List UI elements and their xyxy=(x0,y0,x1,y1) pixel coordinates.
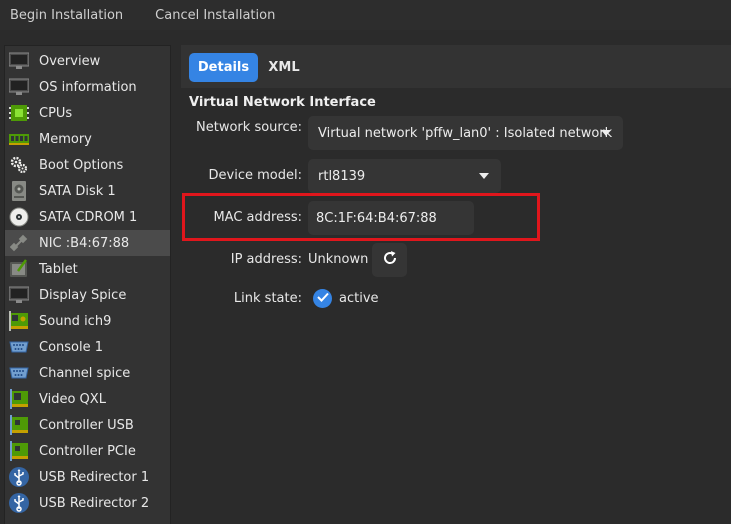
sidebar-item-label: Overview xyxy=(39,53,101,69)
gears-icon xyxy=(9,155,29,175)
sidebar-item-label: USB Redirector 2 xyxy=(39,495,150,511)
sidebar-item-overview[interactable]: Overview xyxy=(5,48,170,74)
disk-icon xyxy=(9,181,29,201)
serial-port-icon xyxy=(9,337,29,357)
section-title: Virtual Network Interface xyxy=(189,95,376,110)
serial-port-icon xyxy=(9,363,29,383)
sidebar-item-sata-cdrom-1[interactable]: SATA CDROM 1 xyxy=(5,204,170,230)
network-icon xyxy=(9,233,29,253)
sidebar-item-label: Video QXL xyxy=(39,391,106,407)
refresh-icon xyxy=(382,250,398,270)
sidebar-item-os-information[interactable]: OS information xyxy=(5,74,170,100)
device-model-label: Device model: xyxy=(208,168,302,183)
sidebar-item-label: Display Spice xyxy=(39,287,127,303)
monitor-icon xyxy=(9,77,29,97)
ip-address-label: IP address: xyxy=(230,252,302,267)
sidebar-item-label: SATA CDROM 1 xyxy=(39,209,138,225)
sidebar-item-sata-disk-1[interactable]: SATA Disk 1 xyxy=(5,178,170,204)
usb-icon xyxy=(9,493,29,513)
tab-xml[interactable]: XML xyxy=(263,53,305,82)
mac-address-field[interactable]: 8C:1F:64:B4:67:88 xyxy=(308,201,474,235)
network-source-label: Network source: xyxy=(196,120,302,135)
memory-icon xyxy=(9,129,29,149)
sidebar-item-label: Memory xyxy=(39,131,92,147)
sidebar-item-label: Controller PCIe xyxy=(39,443,136,459)
network-source-value: Virtual network 'pffw_lan0' : Isolated n… xyxy=(318,125,613,141)
sidebar-item-label: Controller USB xyxy=(39,417,134,433)
sidebar-item-label: SATA Disk 1 xyxy=(39,183,116,199)
sidebar-item-controller-usb[interactable]: Controller USB xyxy=(5,412,170,438)
link-state-label: Link state: xyxy=(233,291,302,306)
cdrom-icon xyxy=(9,207,29,227)
mac-address-value: 8C:1F:64:B4:67:88 xyxy=(316,210,437,226)
chevron-down-icon xyxy=(601,130,611,136)
controller-card-icon xyxy=(9,441,29,461)
sidebar-item-usb-redirector-2[interactable]: USB Redirector 2 xyxy=(5,490,170,516)
sidebar-item-label: Boot Options xyxy=(39,157,124,173)
sidebar-item-tablet[interactable]: Tablet xyxy=(5,256,170,282)
tab-details[interactable]: Details xyxy=(189,53,258,82)
sidebar-item-sound-ich9[interactable]: Sound ich9 xyxy=(5,308,170,334)
link-state-checkbox[interactable] xyxy=(313,289,332,308)
sidebar-item-display-spice[interactable]: Display Spice xyxy=(5,282,170,308)
sidebar-item-cpus[interactable]: CPUs xyxy=(5,100,170,126)
details-panel: Details XML Virtual Network Interface Ne… xyxy=(181,45,731,524)
sidebar-item-console-1[interactable]: Console 1 xyxy=(5,334,170,360)
sidebar-item-label: USB Redirector 1 xyxy=(39,469,150,485)
device-model-value: rtl8139 xyxy=(318,168,366,184)
sidebar-item-nic[interactable]: NIC :B4:67:88 xyxy=(5,230,170,256)
toolbar: Begin Installation Cancel Installation xyxy=(0,0,731,30)
hardware-list: Overview OS information CPUs Memory Boot… xyxy=(4,45,171,524)
monitor-icon xyxy=(9,51,29,71)
sidebar-item-video-qxl[interactable]: Video QXL xyxy=(5,386,170,412)
controller-card-icon xyxy=(9,415,29,435)
sidebar-item-label: Tablet xyxy=(39,261,78,277)
cancel-installation-button[interactable]: Cancel Installation xyxy=(155,0,275,30)
chevron-down-icon xyxy=(479,173,489,179)
network-source-dropdown[interactable]: Virtual network 'pffw_lan0' : Isolated n… xyxy=(308,116,623,150)
video-card-icon xyxy=(9,389,29,409)
sidebar-item-memory[interactable]: Memory xyxy=(5,126,170,152)
cpu-icon xyxy=(9,103,29,123)
sidebar-item-label: Channel spice xyxy=(39,365,131,381)
refresh-ip-button[interactable] xyxy=(372,243,407,277)
sidebar-item-controller-pcie[interactable]: Controller PCIe xyxy=(5,438,170,464)
mac-address-label: MAC address: xyxy=(213,210,302,225)
tablet-icon xyxy=(9,259,29,279)
sidebar-item-label: CPUs xyxy=(39,105,73,121)
sidebar-item-usb-redirector-1[interactable]: USB Redirector 1 xyxy=(5,464,170,490)
sidebar-item-label: NIC :B4:67:88 xyxy=(39,235,130,251)
monitor-icon xyxy=(9,285,29,305)
usb-icon xyxy=(9,467,29,487)
sidebar-item-boot-options[interactable]: Boot Options xyxy=(5,152,170,178)
sound-card-icon xyxy=(9,311,29,331)
sidebar-item-label: Sound ich9 xyxy=(39,313,112,329)
sidebar-item-channel-spice[interactable]: Channel spice xyxy=(5,360,170,386)
sidebar-item-label: Console 1 xyxy=(39,339,104,355)
tab-bar: Details XML xyxy=(181,45,731,88)
checkmark-icon xyxy=(316,291,329,306)
ip-address-value: Unknown xyxy=(308,252,369,267)
device-model-dropdown[interactable]: rtl8139 xyxy=(308,159,501,193)
begin-installation-button[interactable]: Begin Installation xyxy=(10,0,123,30)
sidebar-item-label: OS information xyxy=(39,79,137,95)
link-state-value: active xyxy=(339,291,379,306)
